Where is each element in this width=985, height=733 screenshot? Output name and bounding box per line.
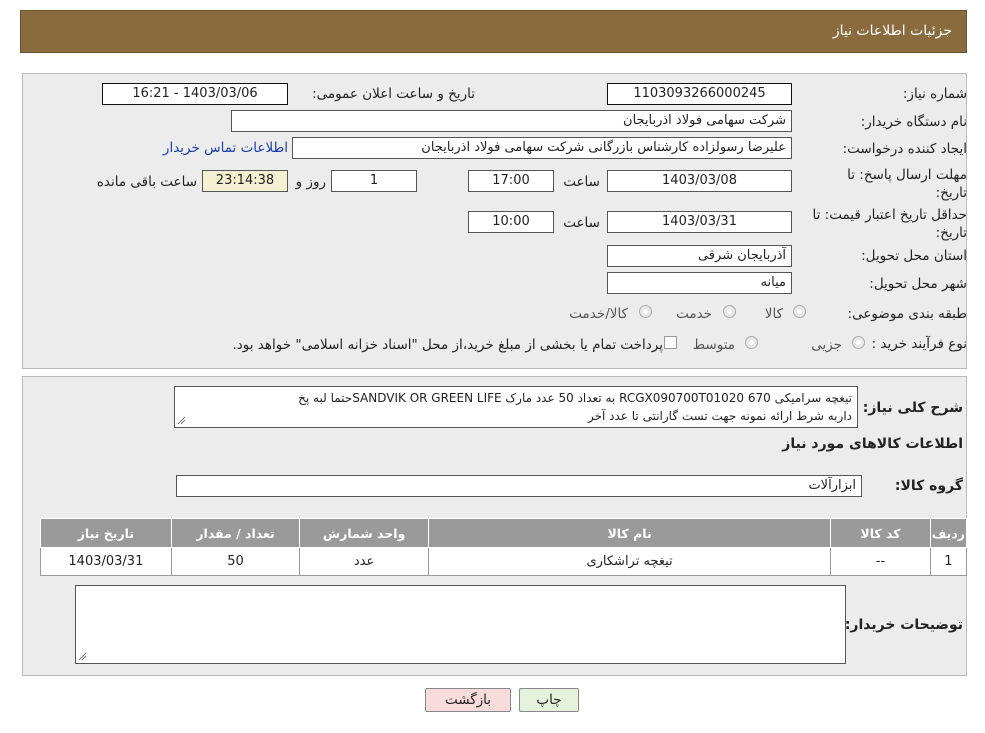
resize-grip-icon[interactable] (177, 416, 186, 425)
table-row: 1 -- تیغچه تراشکاری عدد 50 1403/03/31 (40, 547, 968, 576)
resize-grip-icon[interactable] (78, 652, 87, 661)
category-option-goods-service: کالا/خدمت (569, 306, 628, 322)
announce-datetime-field: 1403/03/06 - 16:21 (102, 83, 288, 105)
cell-goods-name: تیغچه تراشکاری (427, 547, 832, 576)
reply-deadline-label: مهلت ارسال پاسخ: تا تاریخ: (847, 167, 967, 201)
price-date-field: 1403/03/31 (607, 211, 792, 233)
reply-time-label: ساعت (563, 174, 600, 190)
category-radio-goods-service[interactable] (639, 305, 652, 318)
back-button[interactable]: بازگشت (425, 688, 511, 712)
process-option-medium: متوسط (692, 337, 735, 353)
goods-table: ردیف کد کالا نام کالا واحد شمارش تعداد /… (40, 518, 968, 576)
creator-field: علیرضا رسولزاده کارشناس بازرگانی شرکت سه… (292, 137, 792, 159)
category-radio-goods[interactable] (793, 305, 806, 318)
goods-group-label: گروه کالا: (894, 478, 963, 494)
need-number-label: شماره نیاز: (902, 86, 967, 102)
days-and-label: روز و (295, 174, 326, 190)
cell-row-number: 1 (929, 547, 968, 576)
col-quantity: تعداد / مقدار (170, 518, 301, 548)
summary-line-1: تیغچه سرامیکی RCGX090700T01020 670 به تع… (298, 391, 852, 405)
goods-table-header: ردیف کد کالا نام کالا واحد شمارش تعداد /… (40, 518, 968, 548)
category-label: طبقه بندی موضوعی: (847, 306, 967, 322)
process-type-label: نوع فرآیند خرید : (871, 336, 967, 352)
category-radio-service[interactable] (723, 305, 736, 318)
goods-info-title: اطلاعات کالاهای مورد نیاز (782, 436, 963, 452)
city-field: میانه (607, 272, 792, 294)
cell-quantity: 50 (170, 547, 301, 576)
buyer-contact-link[interactable]: اطلاعات تماس خریدار (163, 140, 288, 156)
creator-label: ایجاد کننده درخواست: (842, 141, 967, 157)
reply-date-field: 1403/03/08 (607, 170, 792, 192)
summary-textarea: تیغچه سرامیکی RCGX090700T01020 670 به تع… (174, 386, 858, 428)
cell-unit: عدد (299, 547, 429, 576)
treasury-checkbox[interactable] (664, 336, 677, 349)
province-field: آذربایجان شرقی (607, 245, 792, 267)
page-title: جزئیات اطلاعات نیاز (832, 23, 952, 39)
summary-label: شرح کلی نیاز: (862, 400, 963, 416)
buyer-notes-label: توضیحات خریدار: (844, 617, 963, 633)
buyer-org-field: شرکت سهامی فولاد اذربایجان (231, 110, 792, 132)
price-time-field: 10:00 (468, 211, 554, 233)
reply-days-field: 1 (331, 170, 417, 192)
price-validity-label: حداقل تاریخ اعتبار قیمت: تا تاریخ: (812, 207, 967, 241)
process-radio-minor[interactable] (852, 336, 865, 349)
goods-group-field: ابزارآلات (176, 475, 862, 497)
province-label: استان محل تحویل: (861, 248, 967, 264)
price-time-label: ساعت (563, 215, 600, 231)
col-row-number: ردیف (929, 518, 968, 548)
col-need-date: تاریخ نیاز (40, 518, 172, 548)
print-button[interactable]: چاپ (519, 688, 579, 712)
page-header: جزئیات اطلاعات نیاز (20, 10, 967, 53)
category-option-goods: کالا (764, 306, 783, 322)
remaining-time-field: 23:14:38 (202, 170, 288, 192)
buyer-org-label: نام دستگاه خریدار: (860, 114, 967, 130)
col-goods-code: کد کالا (830, 518, 931, 548)
buyer-notes-textarea (75, 585, 846, 664)
treasury-note: پرداخت تمام یا بخشی از مبلغ خرید،از محل … (232, 337, 663, 353)
process-radio-medium[interactable] (745, 336, 758, 349)
reply-time-field: 17:00 (468, 170, 554, 192)
announce-datetime-label: تاریخ و ساعت اعلان عمومی: (312, 86, 475, 102)
cell-need-date: 1403/03/31 (40, 547, 172, 576)
summary-line-2: داربه شرط ارائه نمونه جهت تست گارانتی تا… (587, 409, 852, 423)
process-option-minor: جزیی (811, 337, 842, 353)
category-option-service: خدمت (676, 306, 712, 322)
col-goods-name: نام کالا (427, 518, 832, 548)
city-label: شهر محل تحویل: (869, 276, 967, 292)
need-number-field: 1103093266000245 (607, 83, 792, 105)
cell-goods-code: -- (830, 547, 931, 576)
remaining-time-label: ساعت باقی مانده (96, 174, 197, 190)
col-unit: واحد شمارش (299, 518, 429, 548)
